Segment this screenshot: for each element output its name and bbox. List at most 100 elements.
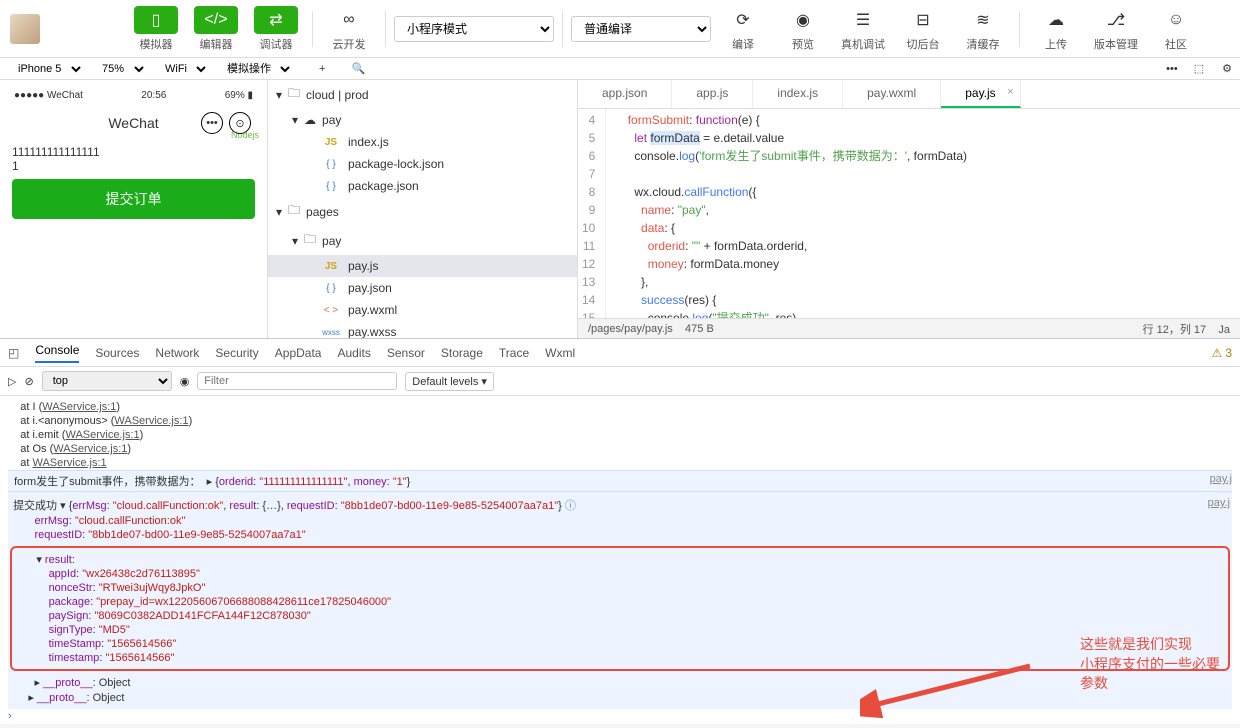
capsule-close-icon[interactable]: ⊙ (229, 112, 251, 134)
submit-button[interactable]: 提交订单 (12, 179, 255, 219)
json-icon: { } (320, 159, 342, 170)
folder-icon: 🗀 (288, 84, 300, 105)
file-index-js[interactable]: index.js (348, 135, 389, 149)
folder-pages[interactable]: pages (306, 205, 339, 219)
tab-pay-wxml[interactable]: pay.wxml (843, 80, 941, 108)
smile-icon: ☺ (1154, 6, 1198, 34)
simulator-button[interactable]: ▯模拟器 (128, 4, 184, 54)
status-battery: 69% ▮ (225, 90, 253, 101)
capsule-more-icon[interactable]: ••• (201, 112, 223, 134)
split-icon[interactable]: ⬚ (1194, 62, 1204, 75)
tab-sources[interactable]: Sources (95, 346, 139, 360)
secondary-bar: iPhone 5 75% WiFi 模拟操作 + 🔍 ••• ⬚ ⚙ (0, 58, 1240, 80)
file-pay-js[interactable]: pay.js (348, 259, 378, 273)
file-explorer: ▾🗀cloud | prod ▾☁pay JSindex.js { }packa… (268, 80, 578, 338)
avatar[interactable] (10, 14, 40, 44)
tab-security[interactable]: Security (215, 346, 258, 360)
file-pkg-lock[interactable]: package-lock.json (348, 157, 444, 171)
refresh-icon: ⟳ (721, 6, 765, 34)
cloud-dev-button[interactable]: ∞云开发 (321, 4, 377, 54)
folder-cloud[interactable]: cloud | prod (306, 88, 369, 102)
compile-mode-select[interactable]: 普通编译 (571, 16, 711, 42)
compile-button[interactable]: ⟳编译 (715, 4, 771, 54)
folder-pay[interactable]: pay (322, 113, 341, 127)
wxss-icon: wxss (320, 328, 342, 337)
tab-pay-js[interactable]: pay.js× (941, 80, 1020, 108)
tab-wxml[interactable]: Wxml (545, 346, 575, 360)
status-bar: /pages/pay/pay.js 475 B 行 12，列 17 Ja (578, 318, 1240, 338)
tab-trace[interactable]: Trace (499, 346, 529, 360)
inspect-icon[interactable]: ◰ (8, 346, 19, 360)
code-editor[interactable]: 4567891011121314151617 formSubmit: funct… (578, 109, 1240, 318)
cloud-icon: ∞ (327, 6, 371, 34)
search-icon[interactable]: 🔍 (351, 62, 365, 75)
scope-select[interactable]: top (42, 371, 172, 391)
eye-icon: ◉ (781, 6, 825, 34)
upload-icon: ☁ (1034, 6, 1078, 34)
result-highlight-box: ▾ result: appId: "wx26438c2d76113895" no… (10, 546, 1230, 671)
js-icon: JS (320, 261, 342, 272)
close-icon[interactable]: × (1007, 86, 1013, 98)
device-select[interactable]: iPhone 5 (8, 61, 84, 77)
version-button[interactable]: ⎇版本管理 (1088, 4, 1144, 54)
main-toolbar: ▯模拟器 </>编辑器 ⇄调试器 ∞云开发 小程序模式 普通编译 ⟳编译 ◉预览… (0, 0, 1240, 58)
tab-console[interactable]: Console (35, 343, 79, 363)
folder-pay2[interactable]: pay (322, 234, 341, 248)
tab-audits[interactable]: Audits (337, 346, 370, 360)
sim-text-2: 1 (12, 159, 255, 173)
tab-storage[interactable]: Storage (441, 346, 483, 360)
tab-network[interactable]: Network (155, 346, 199, 360)
zoom-select[interactable]: 75% (92, 61, 147, 77)
warning-badge[interactable]: ⚠ 3 (1212, 346, 1232, 360)
folder-icon: ☁ (304, 113, 316, 127)
debugger-button[interactable]: ⇄调试器 (248, 4, 304, 54)
network-select[interactable]: WiFi (155, 61, 209, 77)
editor-panel: app.json app.js index.js pay.wxml pay.js… (578, 80, 1240, 338)
tab-sensor[interactable]: Sensor (387, 346, 425, 360)
simulator-panel: ●●●●● WeChat 20:56 69% ▮ Nodejs WeChat •… (0, 80, 268, 338)
console-output[interactable]: at I (WAService.js:1) at i.<anonymous> (… (0, 396, 1240, 724)
tab-bar: app.json app.js index.js pay.wxml pay.js… (578, 80, 1240, 109)
layers-icon: ≋ (961, 6, 1005, 34)
file-pay-json[interactable]: pay.json (348, 281, 392, 295)
sim-title: WeChat (108, 115, 158, 131)
file-pkg[interactable]: package.json (348, 179, 419, 193)
code-icon: </> (194, 6, 238, 34)
play-icon[interactable]: ▷ (8, 375, 16, 388)
wxml-icon: < > (320, 305, 342, 316)
upload-button[interactable]: ☁上传 (1028, 4, 1084, 54)
file-pay-wxml[interactable]: pay.wxml (348, 303, 397, 317)
tab-appdata[interactable]: AppData (275, 346, 322, 360)
tab-index-js[interactable]: index.js (753, 80, 843, 108)
editor-button[interactable]: </>编辑器 (188, 4, 244, 54)
real-device-button[interactable]: ☰真机调试 (835, 4, 891, 54)
clear-cache-button[interactable]: ≋清缓存 (955, 4, 1011, 54)
clear-icon[interactable]: ⊘ (24, 375, 33, 388)
community-button[interactable]: ☺社区 (1148, 4, 1204, 54)
status-time: 20:56 (141, 90, 166, 101)
filter-input[interactable] (197, 372, 397, 390)
folder-icon: 🗀 (304, 230, 316, 251)
devtools-panel: ◰ Console Sources Network Security AppDa… (0, 338, 1240, 724)
bug-icon: ⇄ (254, 6, 298, 34)
eye-icon[interactable]: ◉ (180, 375, 190, 388)
tab-app-json[interactable]: app.json (578, 80, 672, 108)
add-tab-icon[interactable]: + (319, 63, 325, 75)
device-icon: ☰ (841, 6, 885, 34)
levels-select[interactable]: Default levels ▾ (405, 372, 494, 391)
sim-text-1: 111111111111111 (12, 145, 255, 159)
preview-button[interactable]: ◉预览 (775, 4, 831, 54)
background-button[interactable]: ⊟切后台 (895, 4, 951, 54)
settings-icon[interactable]: ⚙ (1222, 62, 1232, 75)
annotation-text: 这些就是我们实现 小程序支付的一些必要 参数 (1080, 636, 1220, 695)
simop-select[interactable]: 模拟操作 (217, 61, 293, 77)
js-icon: JS (320, 137, 342, 148)
folder-icon: 🗀 (288, 201, 300, 222)
arrow-icon (860, 656, 1040, 724)
tab-app-js[interactable]: app.js (672, 80, 753, 108)
phone-icon: ▯ (134, 6, 178, 34)
mode-select[interactable]: 小程序模式 (394, 16, 554, 42)
more-icon[interactable]: ••• (1166, 63, 1178, 75)
file-pay-wxss[interactable]: pay.wxss (348, 325, 396, 338)
status-carrier: ●●●●● WeChat (14, 90, 83, 101)
